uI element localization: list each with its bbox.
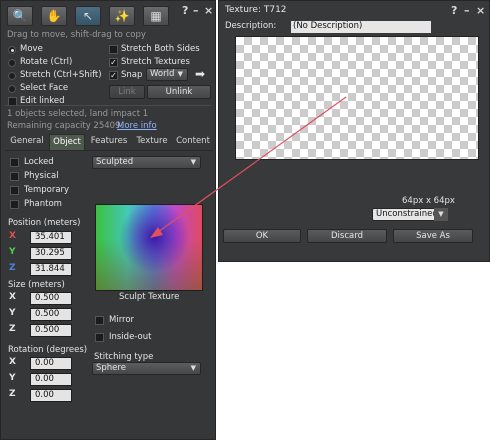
annotation-arrow	[150, 96, 347, 238]
arrow-head	[150, 227, 163, 238]
arrow-line	[157, 96, 347, 233]
